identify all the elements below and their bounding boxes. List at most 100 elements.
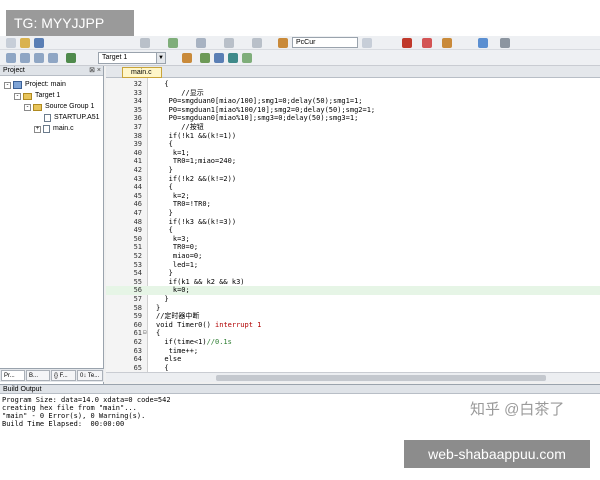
- collapse-icon[interactable]: -: [14, 92, 21, 100]
- code-line[interactable]: 53 led=1;: [106, 261, 600, 270]
- code-line[interactable]: 50 k=3;: [106, 235, 600, 244]
- code-line[interactable]: 36 P0=smgduan0[miao%10];smg3=0;delay(50)…: [106, 114, 600, 123]
- expand-icon[interactable]: +: [34, 125, 41, 133]
- code-line[interactable]: 59 //定时器中断: [106, 312, 600, 321]
- tree-item-target[interactable]: - Target 1: [14, 91, 60, 101]
- code-line[interactable]: 46 TR0=!TR0;: [106, 200, 600, 209]
- tab-functions[interactable]: {} F...: [51, 370, 76, 381]
- scrollbar-thumb[interactable]: [216, 375, 546, 381]
- tree-item-main-c[interactable]: + main.c: [34, 124, 74, 134]
- code-line[interactable]: 38 if(!k1 &&(k!=1)): [106, 132, 600, 141]
- code-line[interactable]: 62 if(time<1)//0.1s: [106, 338, 600, 347]
- window-layout-icon[interactable]: [478, 38, 488, 48]
- project-bottom-tabs: Pr... B... {} F... 0↓ Te...: [0, 368, 104, 382]
- panel-close-icon[interactable]: ⊠ ×: [89, 66, 101, 76]
- code-text: }: [156, 303, 161, 312]
- chevron-down-icon[interactable]: ▼: [156, 53, 165, 63]
- code-line[interactable]: 58}: [106, 304, 600, 313]
- download-icon[interactable]: [66, 53, 76, 63]
- tree-item-label: Source Group 1: [45, 103, 95, 110]
- debug-icon[interactable]: [402, 38, 412, 48]
- project-panel: Project ⊠ × - Project: main - Target 1 -…: [0, 66, 104, 384]
- line-number: 33: [133, 88, 142, 97]
- code-line[interactable]: 40 k=1;: [106, 149, 600, 158]
- rebuild-icon[interactable]: [34, 53, 44, 63]
- target-options-icon[interactable]: [182, 53, 192, 63]
- build-output-line: Program Size: data=14.0 xdata=0 code=542: [2, 396, 171, 404]
- wrench-icon[interactable]: [500, 38, 510, 48]
- target-select[interactable]: Target 1 ▼: [98, 52, 166, 64]
- code-text: P0=smgduan0[miao/100];smg1=0;delay(50);s…: [156, 97, 363, 106]
- collapse-icon[interactable]: -: [24, 103, 31, 111]
- indent-icon[interactable]: [224, 38, 234, 48]
- code-text: k=1;: [156, 148, 190, 157]
- breakpoint-icon[interactable]: [422, 38, 432, 48]
- code-line[interactable]: 57 }: [106, 295, 600, 304]
- line-number: 51: [133, 243, 142, 252]
- code-line[interactable]: 54 }: [106, 269, 600, 278]
- translate-icon[interactable]: [6, 53, 16, 63]
- tab-main-c[interactable]: main.c: [122, 67, 162, 78]
- code-line[interactable]: 45 k=2;: [106, 192, 600, 201]
- bookmark-icon[interactable]: [168, 38, 178, 48]
- tree-item-source-group[interactable]: - Source Group 1: [24, 102, 94, 112]
- tab-templates[interactable]: 0↓ Te...: [77, 370, 103, 381]
- diamond-icon[interactable]: [228, 53, 238, 63]
- horizontal-scrollbar[interactable]: [106, 372, 600, 382]
- code-line[interactable]: 65 {: [106, 364, 600, 372]
- code-line[interactable]: 60 void Timer0() interrupt 1: [106, 321, 600, 330]
- code-line[interactable]: 42 }: [106, 166, 600, 175]
- code-line[interactable]: 51 TR0=0;: [106, 243, 600, 252]
- code-line[interactable]: 37 //按钮: [106, 123, 600, 132]
- new-file-icon[interactable]: [6, 38, 16, 48]
- code-line[interactable]: 52 miao=0;: [106, 252, 600, 261]
- open-file-icon[interactable]: [20, 38, 30, 48]
- code-line[interactable]: 34 P0=smgduan0[miao/100];smg1=0;delay(50…: [106, 97, 600, 106]
- code-text: }: [156, 269, 173, 278]
- code-line[interactable]: 55 if(k1 && k2 && k3): [106, 278, 600, 287]
- code-text: if(time<1)//0.1s: [156, 338, 232, 346]
- line-number: 62: [133, 338, 142, 346]
- code-line[interactable]: 35 P0=smgduan1[miao%100/10];smg2=0;delay…: [106, 106, 600, 115]
- line-number: 46: [133, 200, 142, 209]
- tg-tag: TG: MYYJJPP: [6, 10, 134, 36]
- code-line[interactable]: 49 {: [106, 226, 600, 235]
- line-number: 54: [133, 269, 142, 278]
- settings-icon[interactable]: [442, 38, 452, 48]
- dropdown-icon[interactable]: [362, 38, 372, 48]
- cut-icon[interactable]: [140, 38, 150, 48]
- code-line[interactable]: 48 if(!k3 &&(k!=3)): [106, 218, 600, 227]
- file-extensions-icon[interactable]: [200, 53, 210, 63]
- tree-item-project[interactable]: - Project: main: [4, 80, 66, 90]
- code-line[interactable]: 64 else: [106, 355, 600, 364]
- code-line[interactable]: 41 TR0=1;miao=240;: [106, 157, 600, 166]
- collapse-icon[interactable]: -: [4, 81, 11, 89]
- pc-combo[interactable]: PcCur: [292, 37, 358, 48]
- code-line[interactable]: 32 {: [106, 80, 600, 89]
- code-line[interactable]: 47 }: [106, 209, 600, 218]
- code-line[interactable]: 44 {: [106, 183, 600, 192]
- code-line[interactable]: 63 time++;: [106, 347, 600, 356]
- build-icon[interactable]: [20, 53, 30, 63]
- code-editor[interactable]: 32 {33 //显示 34 P0=smgduan0[miao/100];smg1…: [106, 78, 600, 372]
- fold-icon[interactable]: ⊟: [143, 329, 148, 338]
- line-number: 35: [133, 105, 142, 114]
- tree-item-startup[interactable]: STARTUP.A51: [44, 113, 100, 123]
- code-line[interactable]: 43 if(!k2 &&(k!=2)): [106, 175, 600, 184]
- pack-installer-icon[interactable]: [242, 53, 252, 63]
- code-text: P0=smgduan0[miao%10];smg3=0;delay(50);sm…: [156, 114, 359, 123]
- code-line[interactable]: 61 ⊟ {: [106, 329, 600, 338]
- batch-build-icon[interactable]: [48, 53, 58, 63]
- tab-project[interactable]: Pr...: [1, 370, 25, 381]
- line-number: 50: [133, 234, 142, 243]
- tab-books[interactable]: B...: [26, 370, 50, 381]
- find-icon[interactable]: [196, 38, 206, 48]
- save-icon[interactable]: [34, 38, 44, 48]
- code-line[interactable]: 39 {: [106, 140, 600, 149]
- code-line[interactable]: 33 //显示: [106, 89, 600, 98]
- code-text: led=1;: [156, 260, 199, 269]
- find-in-files-icon[interactable]: [278, 38, 288, 48]
- comment-icon[interactable]: [252, 38, 262, 48]
- manage-components-icon[interactable]: [214, 53, 224, 63]
- code-line[interactable]: 56 k=0;: [106, 286, 600, 295]
